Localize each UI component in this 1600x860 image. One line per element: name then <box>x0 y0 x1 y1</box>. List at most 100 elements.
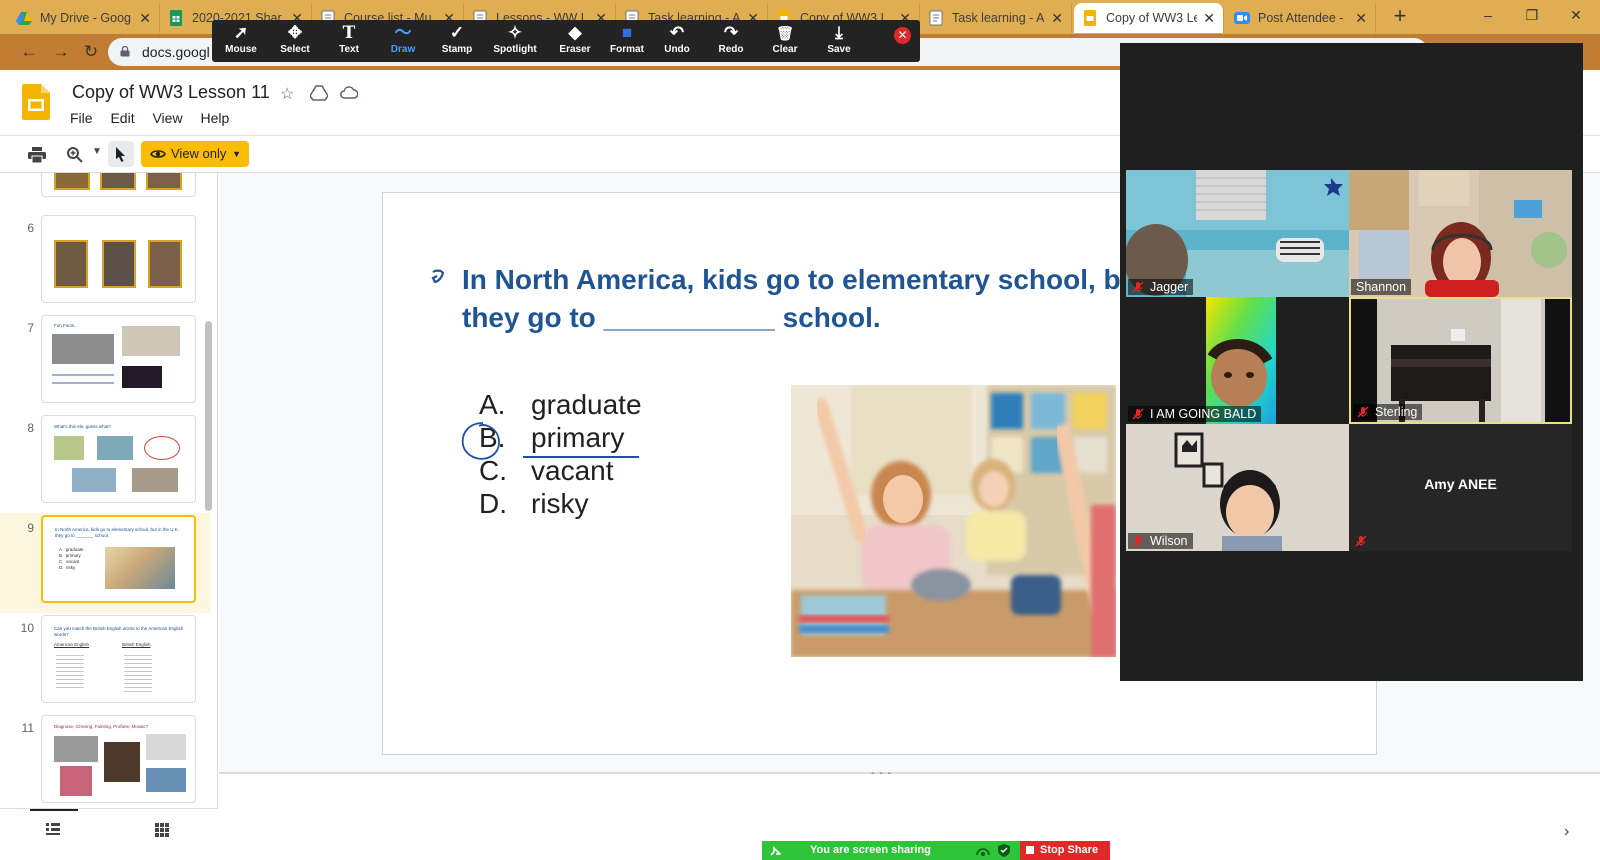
stop-share-label: Stop Share <box>1040 844 1099 856</box>
maximize-button[interactable]: ❐ <box>1510 0 1554 30</box>
view-only-label: View only <box>171 146 227 161</box>
tab-title: My Drive - Goog <box>40 11 131 25</box>
tab-title: Task learning - A <box>952 11 1045 25</box>
tool-stamp[interactable]: ✓ Stamp <box>430 22 484 60</box>
thumbnail-frame: In North America, kids go to elementary … <box>41 515 196 603</box>
slide-thumbnail-8[interactable]: 8 What's this ele, guess what? <box>0 413 210 513</box>
tool-eraser[interactable]: ◆ Eraser <box>548 22 602 60</box>
select-tool-button[interactable] <box>108 141 134 167</box>
network-signal-icon <box>976 848 990 856</box>
filmstrip-scrollbar[interactable] <box>205 321 212 511</box>
thumbnail-image <box>132 468 178 492</box>
close-annotation-button[interactable]: ✕ <box>894 27 911 44</box>
google-slides-logo-icon[interactable] <box>22 84 50 120</box>
participant-name: I AM GOING BALD <box>1150 407 1257 421</box>
forward-arrow-icon[interactable]: → <box>50 41 72 63</box>
slide-thumbnail-5[interactable] <box>0 173 210 207</box>
reload-icon[interactable]: ↻ <box>80 41 102 63</box>
participant-tile-sterling[interactable]: Sterling <box>1349 297 1572 424</box>
thumbnail-frame: Can you match the British English words … <box>41 615 196 703</box>
cursor-arrow-icon <box>116 147 125 162</box>
slide-thumbnail-9[interactable]: 9 In North America, kids go to elementar… <box>0 513 210 613</box>
stop-share-button[interactable]: Stop Share <box>1020 841 1110 860</box>
zoom-dropdown-chevron-icon[interactable]: ▼ <box>92 146 102 157</box>
thumbnail-list-lines <box>56 652 84 688</box>
view-only-button[interactable]: View only ▼ <box>141 141 249 167</box>
slide-thumbnail-6[interactable]: 6 <box>0 213 210 313</box>
thumbnail-image <box>100 173 136 190</box>
tool-draw[interactable]: 〜 Draw <box>376 22 430 60</box>
thumbnail-options: A. graduate B. primary C. vacant D. risk… <box>59 547 84 570</box>
screen-sharing-bar[interactable]: You are screen sharing <box>762 841 1020 860</box>
new-tab-button[interactable]: + <box>1386 4 1414 30</box>
thumbnail-image <box>54 173 90 190</box>
participant-tile-shannon[interactable]: Shannon <box>1349 170 1572 297</box>
participant-tile-amy-anee[interactable]: Amy ANEE <box>1349 424 1572 551</box>
participant-tile-jagger[interactable]: Jagger <box>1126 170 1349 297</box>
thumbnail-image <box>54 736 98 762</box>
tool-select[interactable]: ✥ Select <box>268 22 322 60</box>
chevron-right-icon[interactable]: › <box>1564 823 1569 841</box>
slide-number: 11 <box>21 721 34 735</box>
participant-name-label: Sterling <box>1353 404 1423 420</box>
tab-title: Post Attendee - <box>1258 11 1344 25</box>
tool-label: Clear <box>772 44 798 55</box>
grid-view-icon[interactable] <box>155 823 169 837</box>
slide-thumbnail-10[interactable]: 10 Can you match the British English wor… <box>0 613 210 713</box>
menu-view[interactable]: View <box>152 110 182 126</box>
tool-label: Spotlight <box>493 44 537 55</box>
muted-mic-icon <box>1132 408 1144 420</box>
tool-format[interactable]: ■ Format <box>600 22 654 60</box>
tool-redo[interactable]: ↷ Redo <box>704 22 758 60</box>
close-window-button[interactable]: ✕ <box>1554 0 1598 30</box>
participant-tile-wilson[interactable]: Wilson <box>1126 424 1349 551</box>
move-to-folder-icon[interactable] <box>310 85 328 101</box>
minimize-button[interactable]: – <box>1466 0 1510 30</box>
browser-tab[interactable]: Task learning - A ✕ <box>920 3 1072 33</box>
thumbnail-frame: What's this ele, guess what? <box>41 415 196 503</box>
option-text: graduate <box>531 389 642 420</box>
chevron-down-icon: ▼ <box>232 149 241 159</box>
back-arrow-icon[interactable]: ← <box>18 41 40 63</box>
browser-tab-active[interactable]: Copy of WW3 Le ✕ <box>1074 3 1224 33</box>
print-icon[interactable] <box>28 147 46 163</box>
tool-undo[interactable]: ↶ Undo <box>650 22 704 60</box>
tool-text[interactable]: T Text <box>322 22 376 60</box>
slide-thumbnail-7[interactable]: 7 Fun Facts... <box>0 313 210 413</box>
tab-close-icon[interactable]: ✕ <box>1355 10 1367 27</box>
menu-edit[interactable]: Edit <box>110 110 134 126</box>
tab-close-icon[interactable]: ✕ <box>1203 10 1215 27</box>
zoom-magnifier-icon[interactable] <box>66 146 84 164</box>
muted-mic-icon <box>1355 535 1367 547</box>
star-icon[interactable]: ☆ <box>280 84 294 104</box>
tab-close-icon[interactable]: ✕ <box>1051 10 1063 27</box>
classroom-photo <box>791 385 1116 657</box>
filmstrip-view-icon[interactable] <box>46 823 60 835</box>
muted-mic-icon <box>1132 535 1144 547</box>
tool-mouse[interactable]: ➚ Mouse <box>214 22 268 60</box>
thumbnail-line <box>52 374 114 376</box>
cloud-status-icon[interactable] <box>340 86 358 99</box>
tool-label: Redo <box>718 44 744 55</box>
menu-help[interactable]: Help <box>200 110 229 126</box>
document-title[interactable]: Copy of WW3 Lesson 11 <box>72 82 270 103</box>
muted-mic-icon <box>1132 281 1144 293</box>
menu-bar: File Edit View Help <box>70 110 243 126</box>
browser-tab[interactable]: Post Attendee - ✕ <box>1226 3 1376 33</box>
thumbnail-image <box>72 468 116 492</box>
thumbnail-title: Can you match the British English words … <box>54 626 184 637</box>
slide-thumbnail-11[interactable]: 11 Diagnose, Grieving, Fainting, Profane… <box>0 713 210 813</box>
participant-name: Amy ANEE <box>1424 476 1497 492</box>
lock-icon <box>120 46 130 57</box>
tool-save[interactable]: ⤓ Save <box>812 22 866 60</box>
thumbnail-image <box>122 366 162 388</box>
save-download-icon: ⤓ <box>835 23 843 42</box>
menu-file[interactable]: File <box>70 110 93 126</box>
participant-tile-i-am-going-bald[interactable]: I AM GOING BALD <box>1126 297 1349 424</box>
slide-number: 7 <box>27 321 34 335</box>
tool-clear[interactable]: 🗑 Clear <box>758 22 812 60</box>
thumbnail-image <box>54 436 84 460</box>
browser-tab[interactable]: My Drive - Goog ✕ <box>8 3 160 33</box>
tab-close-icon[interactable]: ✕ <box>139 10 151 27</box>
tool-spotlight[interactable]: ✧ Spotlight <box>488 22 542 60</box>
